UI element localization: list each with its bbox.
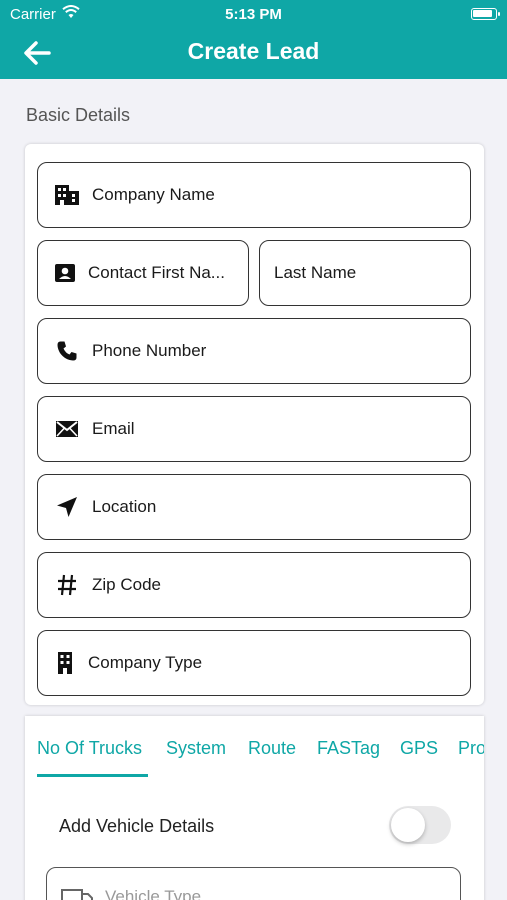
status-bar: Carrier 5:13 PM — [0, 0, 507, 28]
vehicle-type-placeholder: Vehicle Type — [105, 887, 202, 900]
tab-no-of-trucks[interactable]: No Of Trucks — [37, 738, 142, 759]
truck-icon — [61, 888, 93, 900]
add-vehicle-details-label: Add Vehicle Details — [59, 816, 215, 836]
tab-fastag[interactable]: FASTag — [317, 738, 380, 759]
zip-code-field[interactable]: Zip Code — [37, 552, 471, 618]
last-name-field[interactable]: Last Name — [259, 240, 471, 306]
email-placeholder: Email — [92, 419, 135, 438]
company-type-placeholder: Company Type — [88, 653, 203, 672]
tab-route[interactable]: Route — [248, 738, 296, 759]
email-field[interactable]: Email — [37, 396, 471, 462]
clock: 5:13 PM — [225, 6, 282, 23]
contact-first-name-placeholder: Contact First Na... — [88, 263, 225, 282]
building-icon — [52, 650, 78, 676]
envelope-icon — [54, 416, 80, 442]
tab-gps[interactable]: GPS — [400, 738, 438, 759]
basic-details-card: Company Name Contact First Na... Last Na… — [25, 144, 484, 705]
company-name-field[interactable]: Company Name — [37, 162, 471, 228]
toggle-knob — [391, 808, 425, 842]
company-name-placeholder: Company Name — [92, 185, 215, 204]
phone-number-field[interactable]: Phone Number — [37, 318, 471, 384]
company-type-field[interactable]: Company Type — [37, 630, 471, 696]
vehicle-tabs-card: No Of Trucks System Route FASTag GPS Pro… — [25, 716, 484, 900]
tab-pro[interactable]: Pro — [458, 738, 484, 759]
contact-card-icon — [52, 260, 78, 286]
nav-bar: Create Lead — [0, 28, 507, 79]
last-name-placeholder: Last Name — [274, 263, 357, 282]
contact-first-name-field[interactable]: Contact First Na... — [37, 240, 249, 306]
navigation-arrow-icon — [54, 494, 80, 520]
battery-icon — [471, 8, 500, 20]
page-title: Create Lead — [187, 38, 320, 64]
zip-code-placeholder: Zip Code — [92, 575, 161, 594]
vehicle-type-field[interactable]: Vehicle Type — [46, 867, 461, 900]
location-field[interactable]: Location — [37, 474, 471, 540]
tab-system[interactable]: System — [166, 738, 226, 759]
phone-number-placeholder: Phone Number — [92, 341, 207, 360]
phone-icon — [54, 338, 80, 364]
add-vehicle-details-toggle[interactable] — [389, 806, 451, 844]
building-icon — [54, 182, 80, 208]
active-tab-indicator — [37, 774, 148, 777]
section-title: Basic Details — [26, 105, 131, 125]
location-placeholder: Location — [92, 497, 157, 516]
hash-icon — [54, 572, 80, 598]
